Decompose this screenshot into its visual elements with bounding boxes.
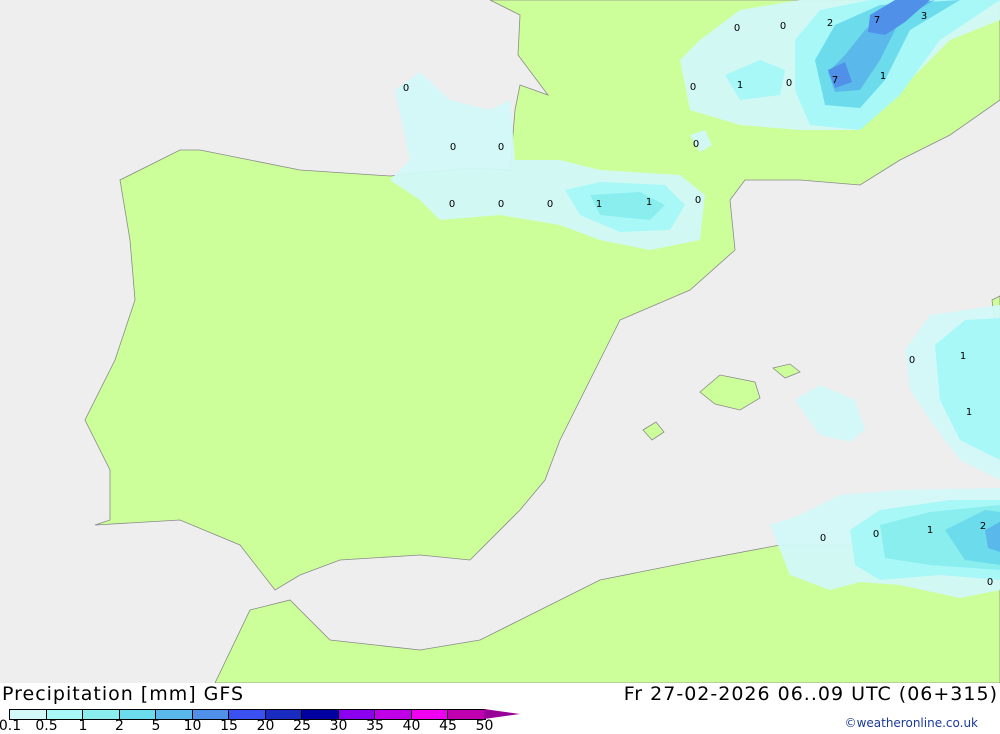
precip-value-label: 1 xyxy=(646,197,652,208)
precip-value-label: 0 xyxy=(449,199,455,210)
legend-tick-label: 2 xyxy=(115,718,124,734)
precip-value-label: 7 xyxy=(832,75,838,86)
precip-value-label: 0 xyxy=(873,529,879,540)
legend-tick-label: 0.5 xyxy=(35,718,58,734)
credit-link[interactable]: ©weatheronline.co.uk xyxy=(845,716,978,730)
legend-tick-label: 50 xyxy=(475,718,494,734)
precip-value-label: 0 xyxy=(734,23,740,34)
footer: Precipitation [mm] GFS Fr 27-02-2026 06.… xyxy=(0,683,1000,734)
legend-swatch xyxy=(83,710,120,719)
valid-time: Fr 27-02-2026 06..09 UTC (06+315) xyxy=(623,683,998,705)
precip-value-label: 0 xyxy=(690,82,696,93)
map-title: Precipitation [mm] GFS xyxy=(2,683,245,705)
precip-value-label: 0 xyxy=(695,195,701,206)
precip-value-label: 3 xyxy=(921,11,927,22)
legend-tick-label: 20 xyxy=(256,718,275,734)
legend-tick-label: 35 xyxy=(366,718,384,734)
precip-value-label: 1 xyxy=(737,80,743,91)
precip-value-label: 1 xyxy=(960,351,966,362)
legend-tick-label: 40 xyxy=(402,718,421,734)
precip-value-label: 0 xyxy=(498,142,504,153)
precip-value-label: 0 xyxy=(987,577,993,588)
legend-tick-label: 30 xyxy=(329,718,348,734)
precip-value-label: 1 xyxy=(927,525,933,536)
precip-value-label: 0 xyxy=(909,355,915,366)
precip-value-label: 2 xyxy=(827,18,833,29)
precipitation-map: 0 0 2 7 3 0 0 1 0 7 1 0 0 0 0 0 0 1 1 0 0 1 1 0 0 1 2 0 xyxy=(0,0,1000,683)
precip-value-label: 0 xyxy=(693,139,699,150)
legend-swatch xyxy=(119,710,156,719)
precip-value-label: 1 xyxy=(596,199,602,210)
legend-tick-label: 45 xyxy=(439,718,457,734)
precip-value-label: 0 xyxy=(780,21,786,32)
precip-value-label: 7 xyxy=(874,15,880,26)
legend-tick-label: 0.1 xyxy=(0,718,22,734)
legend-tick-label: 15 xyxy=(220,718,238,734)
precip-value-label: 0 xyxy=(498,199,504,210)
precip-value-label: 0 xyxy=(786,78,792,89)
precip-value-label: 2 xyxy=(980,521,986,532)
precip-value-label: 0 xyxy=(450,142,456,153)
precip-value-label: 1 xyxy=(880,71,886,82)
precip-value-label: 0 xyxy=(403,83,409,94)
precip-value-label: 0 xyxy=(547,199,553,210)
legend-tick-label: 10 xyxy=(183,718,202,734)
legend-tick-label: 25 xyxy=(293,718,311,734)
precip-value-label: 0 xyxy=(820,533,826,544)
legend-tick-label: 1 xyxy=(78,718,88,734)
precip-value-label: 1 xyxy=(966,407,972,418)
legend-tick-label: 5 xyxy=(151,718,161,734)
